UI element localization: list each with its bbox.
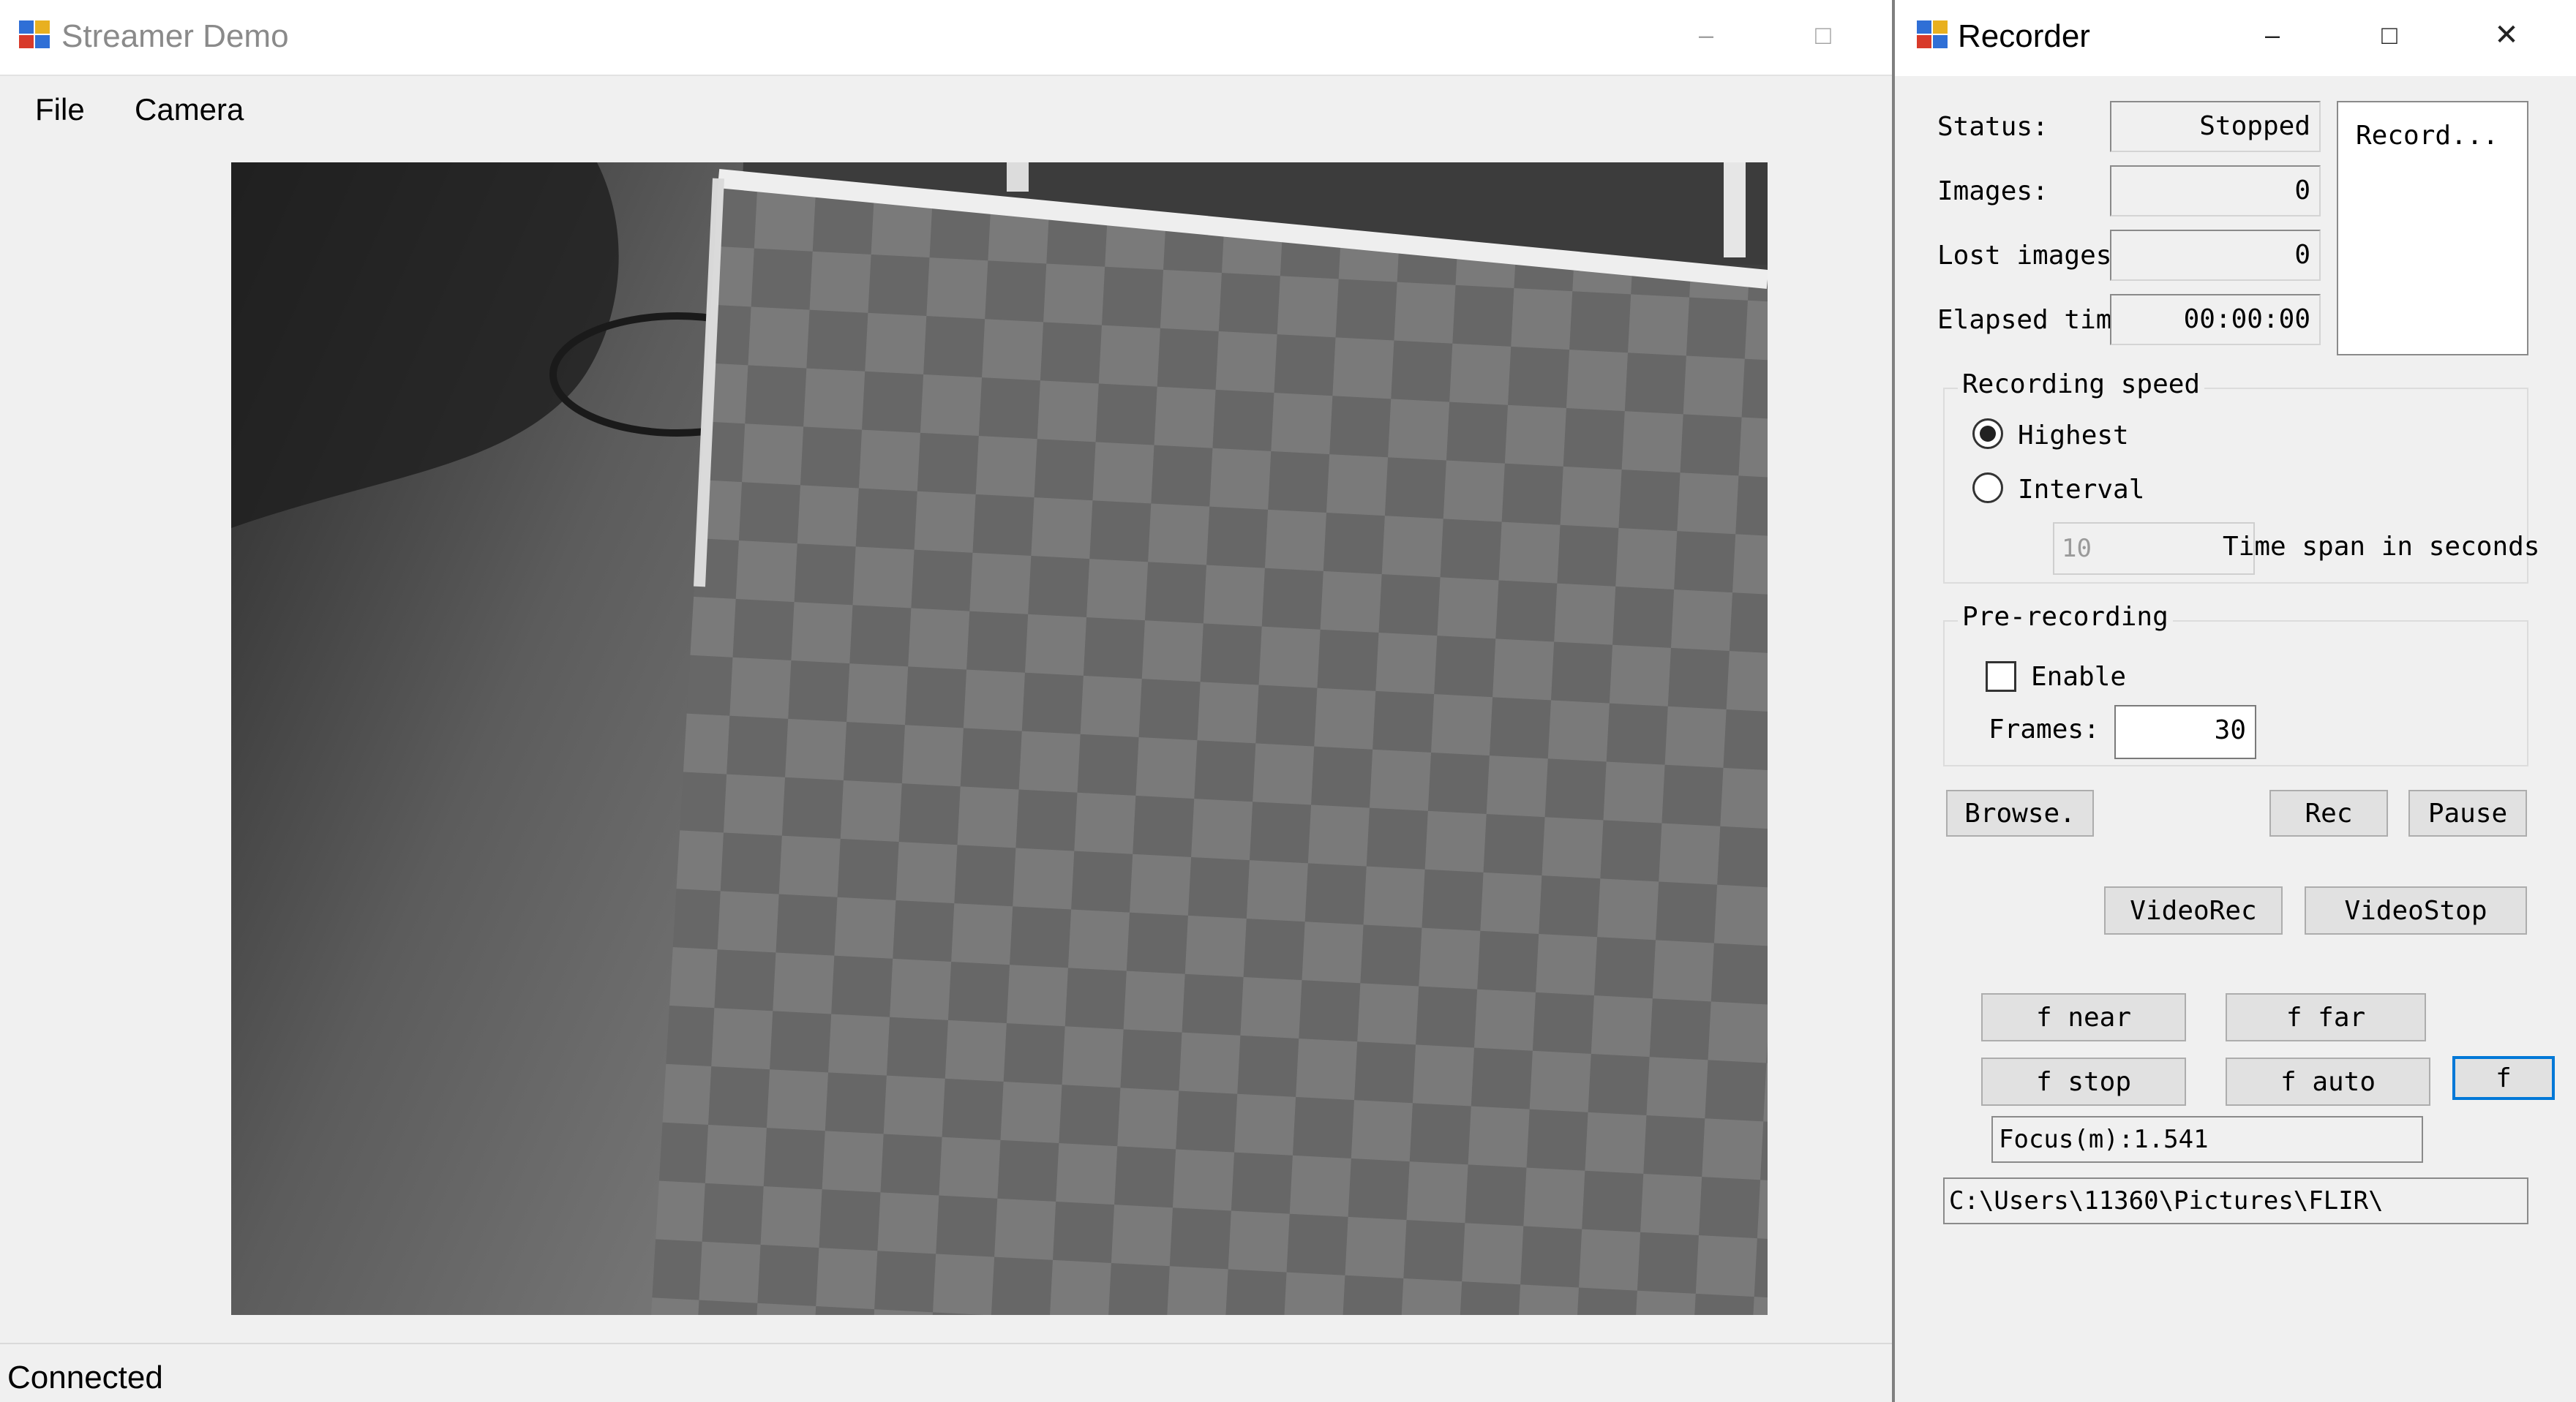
interval-label[interactable]: Interval (2018, 474, 2144, 506)
close-icon[interactable]: ✕ (2485, 20, 2528, 50)
connection-status: Connected (7, 1360, 163, 1395)
browse-button[interactable]: Browse. (1946, 790, 2094, 837)
videorec-button[interactable]: VideoRec (2104, 886, 2283, 935)
record-list[interactable]: Record... (2337, 101, 2528, 355)
app-icon (19, 20, 51, 50)
camera-view (231, 162, 1768, 1315)
images-label: Images: (1937, 176, 2049, 206)
recorder-title: Recorder (1958, 18, 2090, 54)
window-divider (1892, 0, 1895, 1402)
menu-camera[interactable]: Camera (117, 76, 261, 143)
recorder-app-icon (1917, 20, 1949, 50)
status-label: Status: (1937, 112, 2049, 142)
focus-button[interactable]: f (2452, 1056, 2555, 1100)
elapsed-time-field: 00:00:00 (2110, 294, 2321, 345)
focus-stop-button[interactable]: f stop (1981, 1058, 2186, 1106)
rec-button[interactable]: Rec (2269, 790, 2388, 837)
save-path-field[interactable]: C:\Users\11360\Pictures\FLIR\ (1943, 1177, 2528, 1224)
recording-speed-title: Recording speed (1958, 369, 2205, 401)
focus-near-button[interactable]: f near (1981, 993, 2186, 1041)
record-list-item[interactable]: Record... (2356, 120, 2498, 152)
enable-checkbox[interactable] (1986, 661, 2016, 692)
frames-input[interactable]: 30 (2114, 705, 2256, 759)
timespan-label: Time span in seconds (2223, 532, 2540, 562)
lost-images-label: Lost images (1937, 241, 2112, 271)
focus-auto-button[interactable]: f auto (2226, 1058, 2430, 1106)
status-field: Stopped (2110, 101, 2321, 152)
lost-images-field: 0 (2110, 230, 2321, 281)
focus-readout: Focus(m):1.541 (1991, 1116, 2423, 1163)
pre-recording-title: Pre-recording (1958, 601, 2173, 633)
enable-label[interactable]: Enable (2031, 661, 2126, 693)
radio-selected-dot (1980, 426, 1996, 442)
menu-file[interactable]: File (18, 76, 102, 143)
maximize-icon[interactable]: □ (1801, 20, 1845, 50)
focus-far-button[interactable]: f far (2226, 993, 2426, 1041)
window-title: Streamer Demo (61, 18, 289, 54)
images-field: 0 (2110, 165, 2321, 216)
videostop-button[interactable]: VideoStop (2305, 886, 2527, 935)
frames-label: Frames: (1989, 715, 2100, 745)
maximize-icon[interactable]: □ (2367, 20, 2411, 50)
menu-bar: File Camera (0, 76, 1892, 143)
minimize-icon[interactable]: – (1684, 20, 1728, 50)
highest-radio[interactable] (1972, 418, 2003, 449)
highest-label[interactable]: Highest (2018, 420, 2129, 452)
interval-radio[interactable] (1972, 472, 2003, 503)
pause-button[interactable]: Pause (2408, 790, 2527, 837)
elapsed-time-label: Elapsed tim (1937, 305, 2112, 335)
minimize-icon[interactable]: – (2250, 20, 2294, 50)
status-bar (0, 1343, 1892, 1402)
